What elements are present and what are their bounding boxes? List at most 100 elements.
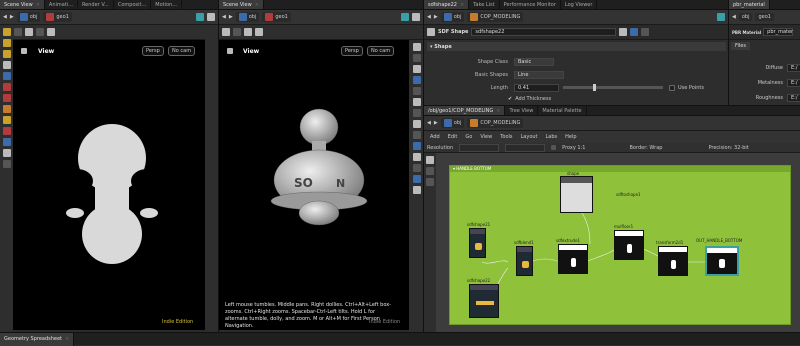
back-arrow-icon[interactable]: ◀	[222, 14, 226, 20]
persp-button[interactable]: Persp	[142, 46, 164, 56]
shape-section-header[interactable]: ▾ Shape	[427, 42, 726, 51]
tab-composite[interactable]: Composit...	[114, 0, 152, 9]
view-tool-icon[interactable]	[2, 61, 11, 69]
menu-go[interactable]: Go	[465, 134, 472, 140]
ghost-icon[interactable]	[412, 153, 421, 161]
breadcrumb-obj[interactable]: obj	[738, 13, 753, 21]
close-icon[interactable]: ×	[460, 2, 464, 8]
back-arrow-icon[interactable]: ◀	[427, 120, 431, 126]
bounds-icon[interactable]	[412, 131, 421, 139]
camera-button[interactable]: No cam	[367, 46, 395, 56]
tab-render-view[interactable]: Render V...	[78, 0, 114, 9]
tab-sdfshape22[interactable]: sdfshape22 ×	[424, 0, 470, 9]
network-canvas[interactable]: ▾ HANDLE BOTTOM shape sdfshape21 sdfblen…	[436, 153, 800, 333]
gear-icon[interactable]	[412, 13, 420, 21]
node-out-handle-bottom[interactable]	[705, 246, 739, 276]
lock-icon[interactable]	[233, 28, 241, 36]
menu-tools[interactable]: Tools	[500, 134, 512, 140]
camera-icon[interactable]	[412, 175, 421, 183]
node-sdfextrude1[interactable]	[558, 244, 588, 274]
normals-icon[interactable]	[412, 87, 421, 95]
menu-labs[interactable]: Labs	[546, 134, 558, 140]
menu-view[interactable]: View	[480, 134, 492, 140]
breadcrumb-geo1[interactable]: geo1	[755, 13, 774, 21]
pin-icon[interactable]	[717, 13, 725, 21]
length-slider[interactable]	[563, 84, 663, 91]
close-icon[interactable]: ×	[255, 2, 259, 8]
pin-icon[interactable]	[196, 13, 204, 21]
pin-icon[interactable]	[401, 13, 409, 21]
viewport-menu-icon[interactable]	[21, 48, 27, 54]
checkmark-icon[interactable]: ✔	[508, 96, 512, 102]
shape-class-select[interactable]: Basic	[514, 57, 554, 66]
wireframe-icon[interactable]	[412, 54, 421, 62]
breadcrumb-obj[interactable]: obj	[440, 118, 465, 128]
breadcrumb-obj[interactable]: obj	[16, 12, 41, 22]
roughness-path-field[interactable]: E:/	[787, 93, 800, 102]
tab-geometry-spreadsheet[interactable]: Geometry Spreadsheet ×	[0, 332, 75, 346]
tab-material-palette[interactable]: Material Palette	[538, 106, 587, 115]
material-name-field[interactable]: pbr_mater	[763, 28, 794, 36]
forward-arrow-icon[interactable]: ▶	[10, 14, 14, 20]
node-sdfblend1[interactable]	[516, 246, 533, 276]
grid-icon[interactable]	[255, 28, 263, 36]
menu-edit[interactable]: Edit	[448, 134, 458, 140]
breadcrumb-geo1[interactable]: geo1	[43, 12, 72, 22]
forward-arrow-icon[interactable]: ▶	[229, 14, 233, 20]
node-shape[interactable]	[560, 176, 593, 213]
tab-performance-monitor[interactable]: Performance Monitor	[500, 0, 561, 9]
length-field[interactable]: 0.41	[514, 83, 559, 92]
forward-arrow-icon[interactable]: ▶	[434, 14, 438, 20]
back-arrow-icon[interactable]: ◀	[427, 14, 431, 20]
render-icon[interactable]	[412, 186, 421, 194]
background-icon[interactable]	[412, 142, 421, 150]
node-name-field[interactable]: sdfshape22	[471, 28, 617, 36]
node-sdfshape22[interactable]	[469, 284, 499, 318]
breadcrumb-obj[interactable]: obj	[440, 12, 465, 22]
primitives-icon[interactable]	[412, 109, 421, 117]
network-tool-icon[interactable]	[426, 156, 434, 164]
camera-tool-icon[interactable]	[2, 72, 11, 80]
close-icon[interactable]: ×	[65, 336, 69, 342]
tab-tree-view[interactable]: Tree View	[505, 106, 539, 115]
basic-shapes-select[interactable]: Line	[514, 70, 564, 79]
breadcrumb-geo1[interactable]: geo1	[262, 12, 291, 22]
breadcrumb-cop-modeling[interactable]: COP_MODELING	[467, 118, 524, 128]
menu-add[interactable]: Add	[430, 134, 440, 140]
toggle-icon[interactable]	[412, 43, 421, 51]
node-sdfshape21[interactable]	[469, 228, 486, 258]
info-icon[interactable]	[641, 28, 650, 36]
files-tab[interactable]: Files	[731, 42, 750, 50]
close-icon[interactable]: ×	[496, 108, 500, 114]
gear-icon[interactable]	[207, 13, 215, 21]
node-transform2d1[interactable]	[658, 246, 688, 276]
use-points-checkbox[interactable]	[669, 84, 675, 91]
camera-button[interactable]: No cam	[168, 46, 196, 56]
tab-scene-view[interactable]: Scene View ×	[0, 0, 45, 9]
grid-icon[interactable]	[47, 28, 55, 36]
mid-viewport[interactable]: View Persp No cam SO N Left mouse tumble…	[219, 40, 409, 330]
resolution-field-2[interactable]	[505, 143, 546, 152]
paint-tool-icon[interactable]	[2, 50, 11, 58]
snap-icon[interactable]	[25, 28, 33, 36]
brush-tool-icon[interactable]	[2, 138, 11, 146]
breadcrumb-obj[interactable]: obj	[235, 12, 260, 22]
pose-tool-icon[interactable]	[2, 39, 11, 47]
help-icon[interactable]	[630, 28, 639, 36]
tab-log-viewer[interactable]: Log Viewer	[561, 0, 598, 9]
back-arrow-icon[interactable]: ◀	[3, 14, 7, 20]
node-mulfloor1[interactable]	[614, 230, 644, 260]
tab-scene-view[interactable]: Scene View ×	[219, 0, 264, 9]
network-tool-icon[interactable]	[426, 178, 434, 186]
network-box[interactable]: ▾ HANDLE BOTTOM shape sdfshape21 sdfblen…	[449, 165, 791, 325]
menu-layout[interactable]: Layout	[521, 134, 538, 140]
measure-tool-icon[interactable]	[2, 149, 11, 157]
back-arrow-icon[interactable]: ◀	[732, 14, 736, 20]
tab-pbr-material[interactable]: pbr_material	[729, 0, 770, 9]
breadcrumb-cop-modeling[interactable]: COP_MODELING	[467, 12, 524, 22]
tab-take-list[interactable]: Take List	[469, 0, 500, 9]
viewport-menu-icon[interactable]	[227, 48, 233, 54]
rotate-tool-icon[interactable]	[2, 105, 11, 113]
lock-icon[interactable]	[14, 28, 22, 36]
shading-icon[interactable]	[412, 65, 421, 73]
